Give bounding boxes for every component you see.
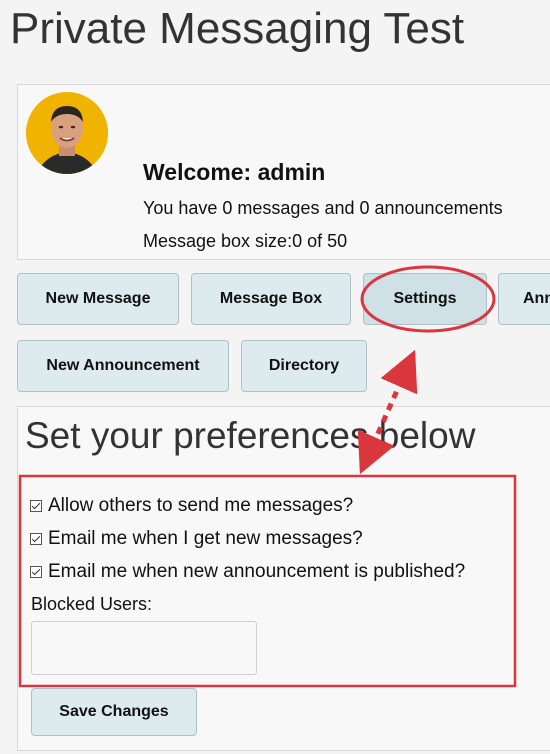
settings-panel: Set your preferences below Allow others … [17, 406, 550, 751]
avatar-photo-icon [26, 92, 108, 174]
pref-email-new-messages[interactable]: Email me when I get new messages? [30, 528, 363, 550]
welcome-panel: Welcome: admin You have 0 messages and 0… [17, 84, 550, 260]
pref-label: Email me when new announcement is publis… [48, 561, 466, 582]
welcome-heading: Welcome: admin [143, 159, 326, 185]
pref-email-new-announcement[interactable]: Email me when new announcement is publis… [30, 561, 465, 583]
blocked-users-label: Blocked Users: [31, 594, 153, 614]
save-changes-button[interactable]: Save Changes [31, 688, 197, 736]
messages-count-text: You have 0 messages and 0 announcements [143, 198, 503, 218]
blocked-users-input[interactable] [31, 621, 257, 675]
checkbox-checked-icon[interactable] [30, 500, 42, 512]
settings-button[interactable]: Settings [363, 273, 487, 325]
new-message-button[interactable]: New Message [17, 273, 179, 325]
pref-label: Allow others to send me messages? [48, 495, 354, 516]
checkbox-checked-icon[interactable] [30, 533, 42, 545]
page: Private Messaging Test Welcome: admin Yo… [0, 0, 550, 754]
pref-allow-messages[interactable]: Allow others to send me messages? [30, 495, 353, 517]
app-title: Private Messaging Test [10, 4, 465, 53]
pref-label: Email me when I get new messages? [48, 528, 363, 549]
new-announcement-button[interactable]: New Announcement [17, 340, 229, 392]
message-box-size-text: Message box size:0 of 50 [143, 231, 348, 251]
settings-heading: Set your preferences below [25, 415, 476, 456]
checkbox-checked-icon[interactable] [30, 566, 42, 578]
message-box-button[interactable]: Message Box [191, 273, 351, 325]
avatar [26, 92, 108, 174]
announcements-button[interactable]: Ann [498, 273, 550, 325]
directory-button[interactable]: Directory [241, 340, 367, 392]
